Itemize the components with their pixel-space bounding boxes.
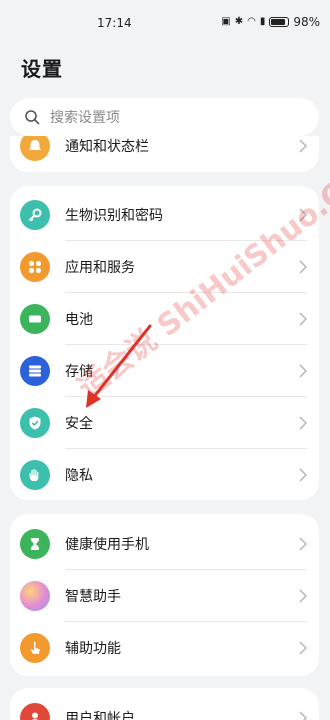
storage-icon [20, 356, 50, 386]
settings-group-a: 生物识别和密码 应用和服务 电池 存储 安全 隐私 [10, 186, 319, 500]
settings-item-label: 用户和帐户 [65, 711, 135, 720]
status-time: 17:14 [97, 16, 132, 30]
key-icon [20, 200, 50, 230]
settings-item-label: 生物识别和密码 [65, 208, 163, 224]
shield-icon [20, 408, 50, 438]
battery-icon [20, 304, 50, 334]
hourglass-icon [20, 529, 50, 559]
settings-group-c: 用户和帐户 [10, 688, 319, 720]
chevron-right-icon [299, 641, 307, 655]
search-icon [25, 110, 40, 125]
settings-item-label: 隐私 [65, 468, 93, 484]
bell-icon [20, 136, 50, 161]
nfc-icon: ▣ [221, 16, 231, 27]
chevron-right-icon [299, 208, 307, 222]
chevron-right-icon [299, 139, 307, 153]
hand-icon [20, 460, 50, 490]
assistant-orb-icon [20, 581, 50, 611]
chevron-right-icon [299, 364, 307, 378]
battery-icon [269, 17, 290, 27]
chevron-right-icon [299, 711, 307, 720]
settings-item-privacy[interactable]: 隐私 [10, 449, 319, 500]
settings-item-label: 通知和状态栏 [65, 139, 149, 155]
page-title: 设置 [21, 57, 63, 81]
settings-group-b: 健康使用手机 智慧助手 辅助功能 [10, 514, 319, 676]
chevron-right-icon [299, 468, 307, 482]
settings-item-label: 健康使用手机 [65, 537, 149, 553]
bluetooth-icon: ✱ [234, 16, 244, 27]
search-input[interactable]: 搜索设置项 [10, 98, 319, 136]
settings-item-apps[interactable]: 应用和服务 [10, 241, 319, 293]
status-icons: ▣ ✱ ◠ ▮ 98% [221, 15, 320, 29]
signal-icon: ▮ [259, 16, 266, 27]
settings-item-notifications[interactable]: 通知和状态栏 [10, 136, 319, 172]
settings-item-accounts[interactable]: 用户和帐户 [10, 692, 319, 720]
chevron-right-icon [299, 537, 307, 551]
settings-item-digital-balance[interactable]: 健康使用手机 [10, 518, 319, 570]
settings-item-battery[interactable]: 电池 [10, 293, 319, 345]
settings-group-top: 通知和状态栏 [10, 136, 319, 172]
user-icon [20, 703, 50, 720]
chevron-right-icon [299, 416, 307, 430]
wifi-icon: ◠ [247, 16, 256, 27]
settings-item-label: 存储 [65, 364, 93, 380]
settings-item-assistant[interactable]: 智慧助手 [10, 570, 319, 622]
settings-item-accessibility[interactable]: 辅助功能 [10, 622, 319, 674]
search-placeholder: 搜索设置项 [50, 110, 120, 126]
settings-item-label: 应用和服务 [65, 260, 135, 276]
battery-percent: 98% [293, 15, 320, 29]
settings-item-biometrics[interactable]: 生物识别和密码 [10, 189, 319, 241]
apps-grid-icon [20, 252, 50, 282]
settings-item-label: 智慧助手 [65, 589, 121, 605]
status-bar: 17:14 ▣ ✱ ◠ ▮ 98% [0, 0, 330, 46]
chevron-right-icon [299, 260, 307, 274]
settings-item-label: 电池 [65, 312, 93, 328]
settings-item-storage[interactable]: 存储 [10, 345, 319, 397]
settings-item-label: 安全 [65, 416, 93, 432]
settings-item-security[interactable]: 安全 [10, 397, 319, 449]
chevron-right-icon [299, 589, 307, 603]
touch-hand-icon [20, 633, 50, 663]
chevron-right-icon [299, 312, 307, 326]
settings-item-label: 辅助功能 [65, 641, 121, 657]
